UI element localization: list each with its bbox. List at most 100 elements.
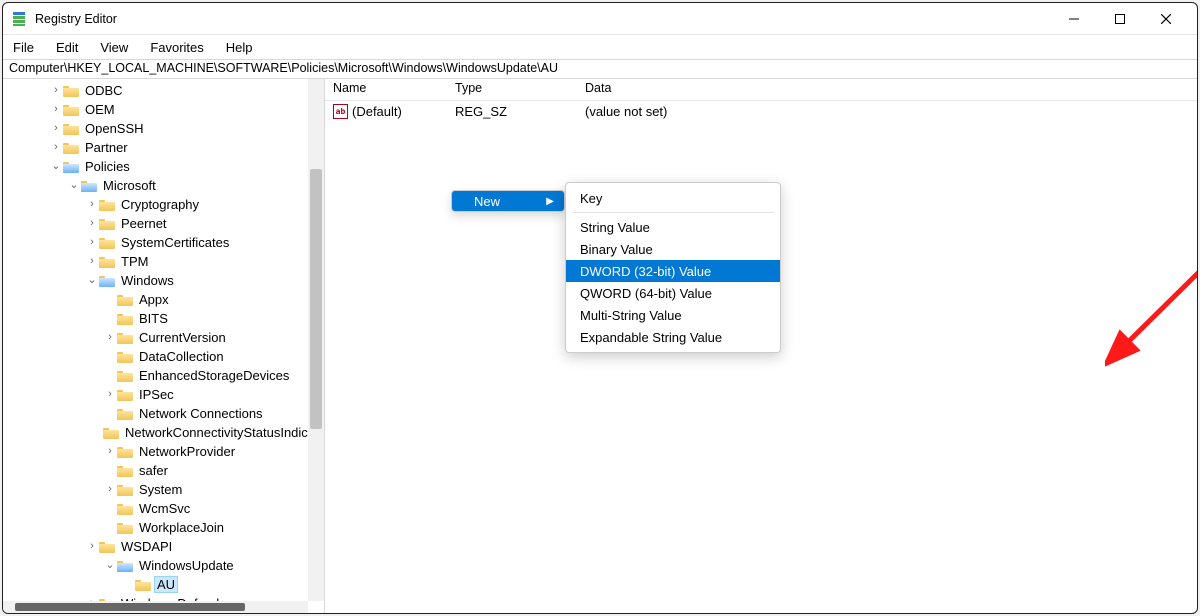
tree-node[interactable]: safer: [3, 461, 324, 480]
chevron-right-icon[interactable]: ›: [103, 389, 117, 400]
tree-node[interactable]: ›Peernet: [3, 214, 324, 233]
minimize-button[interactable]: [1051, 3, 1097, 35]
tree-node[interactable]: NetworkConnectivityStatusIndicator: [3, 423, 324, 442]
tree-node[interactable]: › Partner: [3, 138, 324, 157]
menu-help[interactable]: Help: [222, 38, 257, 57]
chevron-right-icon[interactable]: ›: [49, 104, 63, 115]
tree-node-label: Partner: [83, 140, 130, 155]
tree-node[interactable]: ›SystemCertificates: [3, 233, 324, 252]
tree-node[interactable]: › System: [3, 480, 324, 499]
submenu-item[interactable]: Key: [566, 187, 780, 209]
chevron-right-icon[interactable]: ›: [85, 237, 99, 248]
chevron-down-icon[interactable]: ⌄: [67, 180, 81, 191]
chevron-right-icon[interactable]: ›: [85, 541, 99, 552]
column-data[interactable]: Data: [577, 79, 1197, 100]
annotation-arrow: [1105, 187, 1198, 367]
values-pane[interactable]: Name Type Data ab (Default) REG_SZ (valu…: [325, 79, 1197, 613]
tree-node[interactable]: ›TPM: [3, 252, 324, 271]
tree-node-label: ODBC: [83, 83, 125, 98]
tree-node-label: Cryptography: [119, 197, 201, 212]
folder-icon: [99, 274, 115, 287]
tree-node-label: Policies: [83, 159, 132, 174]
tree-node-label: System: [137, 482, 184, 497]
tree-node[interactable]: › NetworkProvider: [3, 442, 324, 461]
tree-node-label: Appx: [137, 292, 171, 307]
tree-node-label: Microsoft: [101, 178, 158, 193]
chevron-right-icon[interactable]: ›: [85, 199, 99, 210]
column-type[interactable]: Type: [447, 79, 577, 100]
address-bar[interactable]: Computer\HKEY_LOCAL_MACHINE\SOFTWARE\Pol…: [3, 59, 1197, 79]
tree-node-label: WorkplaceJoin: [137, 520, 226, 535]
value-row-default[interactable]: ab (Default) REG_SZ (value not set): [325, 101, 1197, 121]
folder-icon: [117, 521, 133, 534]
folder-icon: [63, 103, 79, 116]
tree-node[interactable]: EnhancedStorageDevices: [3, 366, 324, 385]
menu-view[interactable]: View: [96, 38, 132, 57]
tree-node[interactable]: ⌄ Microsoft: [3, 176, 324, 195]
window-controls: [1051, 3, 1189, 35]
tree-node[interactable]: Appx: [3, 290, 324, 309]
tree-node[interactable]: › ODBC: [3, 81, 324, 100]
tree-node[interactable]: ›OEM: [3, 100, 324, 119]
tree-node-label: Network Connections: [137, 406, 265, 421]
tree-node[interactable]: WorkplaceJoin: [3, 518, 324, 537]
titlebar: Registry Editor: [3, 3, 1197, 35]
tree-vertical-scrollbar[interactable]: [308, 79, 324, 601]
menu-file[interactable]: File: [9, 38, 38, 57]
submenu-item[interactable]: String Value: [566, 216, 780, 238]
folder-icon: [117, 464, 133, 477]
tree-node-label: AU: [155, 577, 177, 592]
tree-node[interactable]: ›CurrentVersion: [3, 328, 324, 347]
submenu-item[interactable]: Expandable String Value: [566, 326, 780, 348]
chevron-right-icon[interactable]: ›: [103, 446, 117, 457]
tree-horizontal-scrollbar[interactable]: [3, 601, 308, 613]
tree-node[interactable]: BITS: [3, 309, 324, 328]
menu-favorites[interactable]: Favorites: [146, 38, 207, 57]
app-icon: [11, 11, 27, 27]
tree-node[interactable]: ›WSDAPI: [3, 537, 324, 556]
tree-node[interactable]: WcmSvc: [3, 499, 324, 518]
tree-node[interactable]: ›IPSec: [3, 385, 324, 404]
chevron-right-icon[interactable]: ›: [85, 256, 99, 267]
tree-node-label: OpenSSH: [83, 121, 146, 136]
tree-node-label: EnhancedStorageDevices: [137, 368, 291, 383]
scrollbar-thumb[interactable]: [15, 603, 245, 611]
tree-node[interactable]: ⌄Windows: [3, 271, 324, 290]
chevron-right-icon[interactable]: ›: [49, 142, 63, 153]
chevron-right-icon[interactable]: ›: [49, 85, 63, 96]
new-submenu: Key String ValueBinary ValueDWORD (32-bit…: [565, 182, 781, 353]
chevron-right-icon[interactable]: ›: [85, 218, 99, 229]
menu-separator: [572, 212, 774, 213]
tree-node[interactable]: Network Connections: [3, 404, 324, 423]
submenu-item[interactable]: Multi-String Value: [566, 304, 780, 326]
scrollbar-thumb[interactable]: [310, 169, 322, 429]
chevron-right-icon[interactable]: ›: [103, 332, 117, 343]
context-menu-new[interactable]: New ▶: [451, 190, 565, 212]
submenu-arrow-icon: ▶: [546, 196, 564, 207]
submenu-item[interactable]: QWORD (64-bit) Value: [566, 282, 780, 304]
chevron-down-icon[interactable]: ⌄: [49, 161, 63, 172]
value-data: (value not set): [577, 104, 1197, 119]
maximize-button[interactable]: [1097, 3, 1143, 35]
tree-pane[interactable]: ›ODBC›OEM›OpenSSH›Partner⌄Policies⌄Micro…: [3, 79, 325, 613]
submenu-item[interactable]: Binary Value: [566, 238, 780, 260]
tree-node-label: DataCollection: [137, 349, 226, 364]
tree-node[interactable]: ⌄WindowsUpdate: [3, 556, 324, 575]
folder-icon: [117, 331, 133, 344]
tree-node[interactable]: AU: [3, 575, 324, 594]
chevron-right-icon[interactable]: ›: [103, 484, 117, 495]
tree-node[interactable]: ⌄ Policies: [3, 157, 324, 176]
tree-node-label: NetworkProvider: [137, 444, 237, 459]
column-name[interactable]: Name: [325, 79, 447, 100]
close-button[interactable]: [1143, 3, 1189, 35]
tree-node[interactable]: › OpenSSH: [3, 119, 324, 138]
tree-node[interactable]: DataCollection: [3, 347, 324, 366]
menu-edit[interactable]: Edit: [52, 38, 82, 57]
chevron-down-icon[interactable]: ⌄: [103, 560, 117, 571]
value-name: (Default): [352, 104, 402, 119]
tree-node[interactable]: › Cryptography: [3, 195, 324, 214]
chevron-down-icon[interactable]: ⌄: [85, 275, 99, 286]
submenu-item[interactable]: DWORD (32-bit) Value: [566, 260, 780, 282]
chevron-right-icon[interactable]: ›: [49, 123, 63, 134]
tree-inner: ›ODBC›OEM›OpenSSH›Partner⌄Policies⌄Micro…: [3, 81, 324, 613]
